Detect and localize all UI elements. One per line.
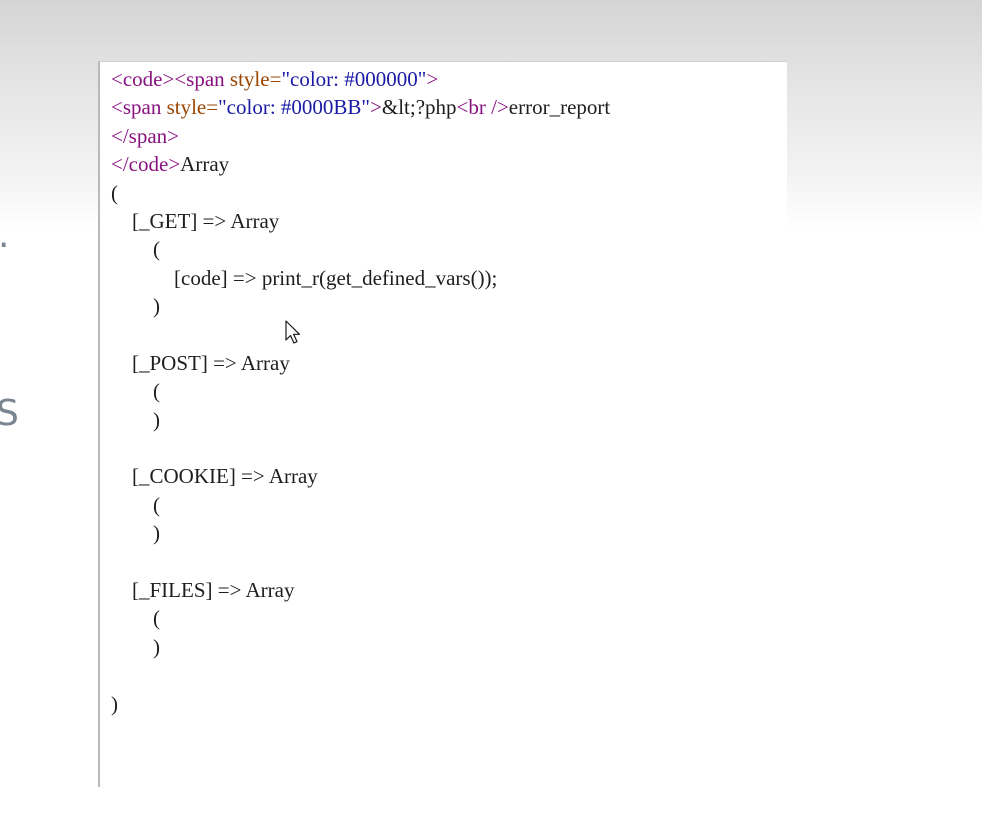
output-line: ( [111, 492, 160, 517]
background-slide-letter: S [0, 393, 19, 434]
output-line: ( [111, 237, 160, 262]
tag-close-bracket: > [370, 95, 382, 120]
code-close-tag: </code> [111, 152, 181, 177]
output-line: [_GET] => Array [111, 208, 280, 233]
output-line: [_FILES] => Array [111, 578, 295, 603]
output-line: ) [111, 521, 160, 546]
output-line: ) [111, 294, 160, 319]
source-line-4: </code>Array [111, 150, 610, 178]
output-line: ) [111, 634, 160, 659]
style-attribute-value: "color: #000000" [281, 67, 427, 91]
background-slide-fragment: . [0, 218, 9, 254]
array-keyword: Array [180, 152, 230, 177]
page-source-view[interactable]: <code><span style="color: #000000"> <span… [98, 61, 787, 787]
output-line: [_COOKIE] => Array [111, 464, 318, 489]
php-open-text: &lt;?php [381, 95, 457, 120]
style-attribute-value: "color: #0000BB" [218, 95, 371, 120]
br-tag: <br /> [456, 95, 509, 120]
source-line-3: </span> [111, 122, 610, 150]
source-line-1: <code><span style="color: #000000"> [111, 65, 610, 93]
source-code: <code><span style="color: #000000"> <span… [111, 65, 610, 718]
truncated-text: error_report [508, 95, 611, 120]
span-close-tag: </span> [111, 123, 180, 148]
style-attribute: style= [229, 67, 282, 91]
mouse-pointer-icon [285, 320, 303, 346]
output-line: ( [111, 180, 118, 205]
output-line: [code] => print_r(get_defined_vars()); [111, 265, 498, 290]
tag-close-bracket: > [426, 67, 439, 91]
output-line: [_POST] => Array [111, 350, 290, 375]
style-attribute: style= [166, 95, 219, 120]
code-open-tag: <code> [111, 67, 175, 91]
output-line: ) [111, 407, 160, 432]
source-line-2: <span style="color: #0000BB">&lt;?php<br… [111, 93, 610, 121]
span-open-tag: <span [174, 67, 230, 91]
span-open-tag: <span [111, 95, 167, 120]
output-line: ( [111, 379, 160, 404]
output-line: ) [111, 691, 118, 716]
output-line: ( [111, 606, 160, 631]
